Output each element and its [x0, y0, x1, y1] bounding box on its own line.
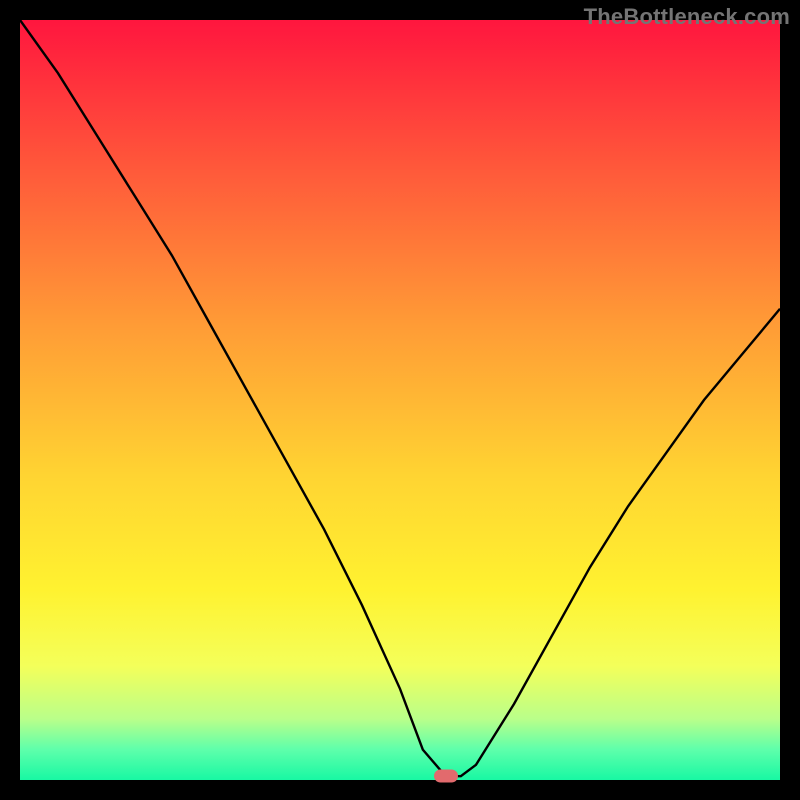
optimum-marker [434, 770, 458, 783]
chart-frame: TheBottleneck.com [0, 0, 800, 800]
bottleneck-curve [20, 20, 780, 780]
watermark-text: TheBottleneck.com [584, 4, 790, 30]
plot-area [20, 20, 780, 780]
